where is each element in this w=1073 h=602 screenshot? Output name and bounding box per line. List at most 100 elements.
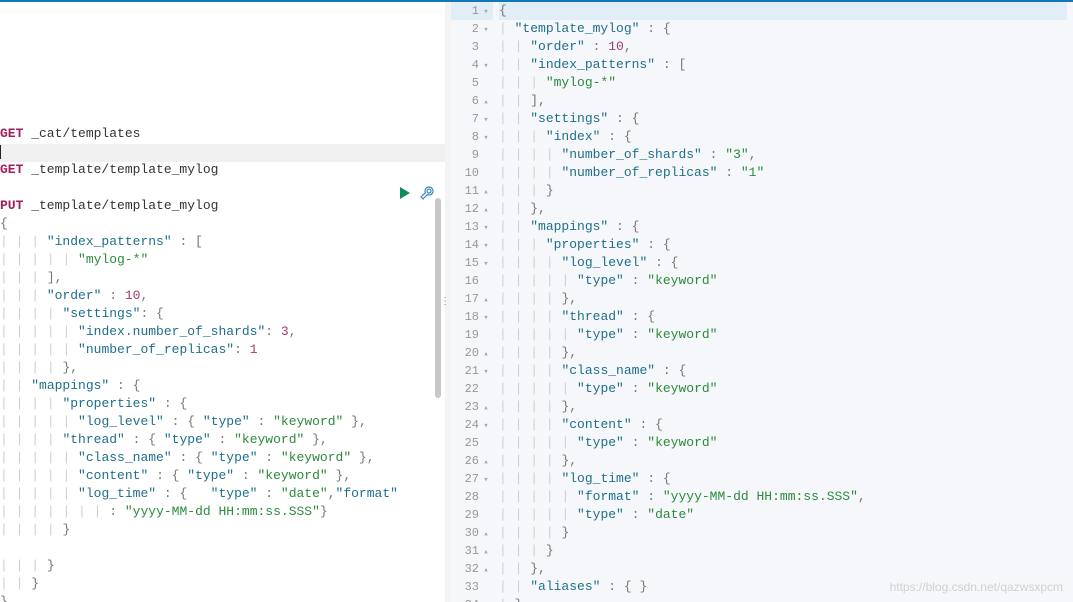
code-line[interactable] bbox=[0, 108, 445, 126]
gutter-line: 4▾ bbox=[451, 56, 493, 74]
code-line[interactable] bbox=[0, 144, 445, 162]
code-line[interactable]: | | | | | "format" : "yyyy-MM-dd HH:mm:s… bbox=[499, 488, 1067, 506]
gutter-line: 21▾ bbox=[451, 362, 493, 380]
gutter-line: 26▴ bbox=[451, 452, 493, 470]
code-line[interactable]: | | | | | "index.number_of_shards": 3, bbox=[0, 324, 445, 342]
gutter-line: 17▴ bbox=[451, 290, 493, 308]
code-line[interactable]: | | "order" : 10, bbox=[499, 38, 1067, 56]
gutter-line: 15▾ bbox=[451, 254, 493, 272]
code-line[interactable]: } bbox=[0, 594, 445, 602]
code-line[interactable]: | | | | }, bbox=[0, 360, 445, 378]
code-line[interactable]: | | | } bbox=[499, 182, 1067, 200]
code-line[interactable]: | | | | | | | : "yyyy-MM-dd HH:mm:ss.SSS… bbox=[0, 504, 445, 522]
code-line[interactable]: | | | | }, bbox=[499, 344, 1067, 362]
code-line[interactable]: { bbox=[0, 216, 445, 234]
play-icon[interactable] bbox=[398, 186, 412, 200]
code-line[interactable]: | } bbox=[499, 596, 1067, 602]
code-line[interactable]: | | | | | "mylog-*" bbox=[0, 252, 445, 270]
code-line[interactable]: | | }, bbox=[499, 200, 1067, 218]
code-line[interactable]: | | | | | "log_level" : { "type" : "keyw… bbox=[0, 414, 445, 432]
wrench-icon[interactable] bbox=[420, 186, 434, 200]
gutter-line: 1▾ bbox=[451, 2, 493, 20]
gutter-line: 12▴ bbox=[451, 200, 493, 218]
dev-tools-console: GET _cat/templates GET _template/template… bbox=[0, 0, 1073, 602]
code-line[interactable]: | | "index_patterns" : [ bbox=[499, 56, 1067, 74]
code-line[interactable]: | | }, bbox=[499, 560, 1067, 578]
code-line[interactable]: | | "mappings" : { bbox=[0, 378, 445, 396]
gutter-line: 31▴ bbox=[451, 542, 493, 560]
gutter-line: 28 bbox=[451, 488, 493, 506]
code-line[interactable]: | | | | | "class_name" : { "type" : "key… bbox=[0, 450, 445, 468]
line-actions bbox=[398, 186, 434, 200]
code-line[interactable]: | "template_mylog" : { bbox=[499, 20, 1067, 38]
code-line[interactable]: | | | | } bbox=[0, 522, 445, 540]
code-line[interactable]: | | | "order" : 10, bbox=[0, 288, 445, 306]
gutter-line: 32▴ bbox=[451, 560, 493, 578]
gutter-line: 18▾ bbox=[451, 308, 493, 326]
code-line[interactable] bbox=[0, 180, 445, 198]
code-line[interactable]: | | | "properties" : { bbox=[499, 236, 1067, 254]
code-line[interactable]: | | "aliases" : { } bbox=[499, 578, 1067, 596]
code-line[interactable]: | | ], bbox=[499, 92, 1067, 110]
gutter-line: 14▾ bbox=[451, 236, 493, 254]
response-viewer[interactable]: 1▾2▾34▾56▴7▾8▾91011▴12▴13▾14▾15▾1617▴18▾… bbox=[451, 2, 1073, 602]
code-line[interactable]: | | | "mylog-*" bbox=[499, 74, 1067, 92]
code-line[interactable]: | | | | | "number_of_replicas": 1 bbox=[0, 342, 445, 360]
code-line[interactable]: | | | | | "type" : "keyword" bbox=[499, 434, 1067, 452]
code-line[interactable]: | | | | "settings": { bbox=[0, 306, 445, 324]
gutter-line: 20▴ bbox=[451, 344, 493, 362]
code-line[interactable]: | | | | | "type" : "date" bbox=[499, 506, 1067, 524]
code-line[interactable]: | | } bbox=[0, 576, 445, 594]
gutter-line: 22 bbox=[451, 380, 493, 398]
gutter-line: 29 bbox=[451, 506, 493, 524]
code-line[interactable]: GET _cat/templates bbox=[0, 126, 445, 144]
code-line[interactable]: | | | | "class_name" : { bbox=[499, 362, 1067, 380]
code-line[interactable]: | | | | | "type" : "keyword" bbox=[499, 326, 1067, 344]
code-line[interactable]: | | | | }, bbox=[499, 452, 1067, 470]
code-line[interactable]: | | "mappings" : { bbox=[499, 218, 1067, 236]
code-line[interactable]: | | | } bbox=[0, 558, 445, 576]
code-line[interactable]: | | "settings" : { bbox=[499, 110, 1067, 128]
code-line[interactable] bbox=[0, 540, 445, 558]
code-line[interactable]: | | | | }, bbox=[499, 290, 1067, 308]
code-line[interactable] bbox=[0, 72, 445, 90]
code-line[interactable]: | | | | }, bbox=[499, 398, 1067, 416]
gutter-line: 30▴ bbox=[451, 524, 493, 542]
code-line[interactable]: GET _template/template_mylog bbox=[0, 162, 445, 180]
gutter-line: 24▾ bbox=[451, 416, 493, 434]
code-line[interactable]: | | | | "number_of_replicas" : "1" bbox=[499, 164, 1067, 182]
gutter-line: 34▴ bbox=[451, 596, 493, 602]
code-line[interactable]: | | | | "properties" : { bbox=[0, 396, 445, 414]
code-line[interactable]: | | | } bbox=[499, 542, 1067, 560]
code-line[interactable]: | | | | "content" : { bbox=[499, 416, 1067, 434]
gutter-line: 3 bbox=[451, 38, 493, 56]
code-line[interactable]: | | | | | "content" : { "type" : "keywor… bbox=[0, 468, 445, 486]
code-line[interactable]: | | | | "log_time" : { bbox=[499, 470, 1067, 488]
code-line[interactable]: { bbox=[499, 2, 1067, 20]
gutter-line: 19 bbox=[451, 326, 493, 344]
code-line[interactable]: | | | | | "type" : "keyword" bbox=[499, 272, 1067, 290]
code-line[interactable]: | | | | "thread" : { bbox=[499, 308, 1067, 326]
response-code: {| "template_mylog" : {| | "order" : 10,… bbox=[499, 2, 1073, 602]
code-line[interactable]: PUT _template/template_mylog bbox=[0, 198, 445, 216]
code-line[interactable]: | | | | | "type" : "keyword" bbox=[499, 380, 1067, 398]
gutter-line: 16 bbox=[451, 272, 493, 290]
gutter-line: 5 bbox=[451, 74, 493, 92]
code-line[interactable]: | | | ], bbox=[0, 270, 445, 288]
code-line[interactable]: | | | "index" : { bbox=[499, 128, 1067, 146]
request-editor[interactable]: GET _cat/templates GET _template/template… bbox=[0, 2, 445, 602]
code-line[interactable]: | | | | | "log_time" : { "type" : "date"… bbox=[0, 486, 445, 504]
gutter-line: 2▾ bbox=[451, 20, 493, 38]
gutter-line: 23▴ bbox=[451, 398, 493, 416]
code-line[interactable]: | | | | "number_of_shards" : "3", bbox=[499, 146, 1067, 164]
gutter-line: 27▾ bbox=[451, 470, 493, 488]
code-line[interactable]: | | | | } bbox=[499, 524, 1067, 542]
gutter-line: 13▾ bbox=[451, 218, 493, 236]
code-line[interactable]: | | | "index_patterns" : [ bbox=[0, 234, 445, 252]
code-line[interactable]: | | | | "thread" : { "type" : "keyword" … bbox=[0, 432, 445, 450]
gutter-line: 6▴ bbox=[451, 92, 493, 110]
code-line[interactable] bbox=[0, 90, 445, 108]
code-line[interactable]: | | | | "log_level" : { bbox=[499, 254, 1067, 272]
line-gutter: 1▾2▾34▾56▴7▾8▾91011▴12▴13▾14▾15▾1617▴18▾… bbox=[451, 2, 499, 602]
gutter-line: 7▾ bbox=[451, 110, 493, 128]
